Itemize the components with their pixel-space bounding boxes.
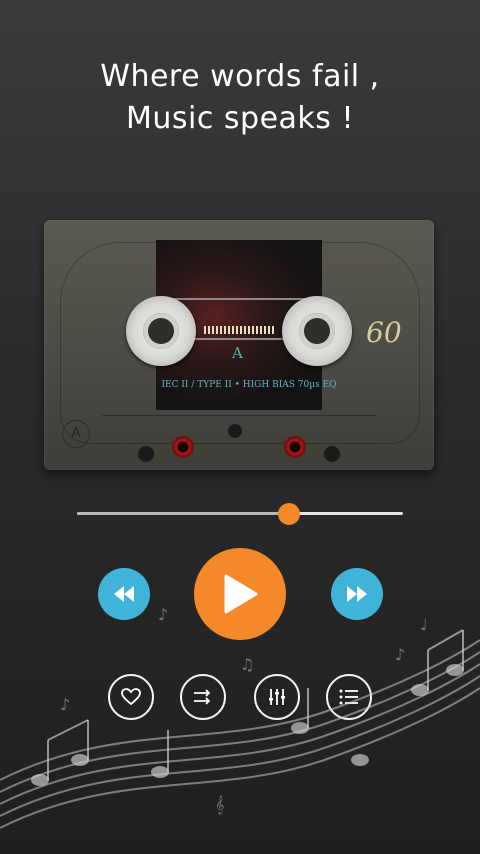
tape-length-label: 60 (366, 316, 402, 349)
tape-ruler (204, 326, 274, 334)
svg-text:𝄞: 𝄞 (215, 795, 224, 815)
cassette-bottom-plate (102, 415, 376, 471)
quote-title: Where words fail , Music speaks ! (0, 56, 480, 140)
svg-text:♫: ♫ (240, 655, 254, 674)
cassette-red-hole (172, 436, 194, 458)
svg-text:♪: ♪ (395, 645, 405, 664)
left-reel (126, 296, 196, 366)
quote-line-2: Music speaks ! (126, 101, 354, 136)
svg-text:♩: ♩ (420, 615, 428, 634)
cassette-hole (228, 424, 242, 438)
svg-text:♪: ♪ (158, 605, 168, 624)
cassette-hole (324, 446, 340, 462)
side-letter: A (232, 344, 243, 362)
progress-knob[interactable] (277, 503, 300, 525)
progress-slider[interactable] (77, 503, 403, 525)
spec-text: IEC II / TYPE II • HIGH BIAS 70µs EQ (161, 380, 337, 390)
side-badge: A (62, 420, 90, 448)
cassette-hole (138, 446, 154, 462)
right-reel (282, 296, 352, 366)
cassette-stripe-top (156, 298, 322, 300)
cassette-red-hole (284, 436, 306, 458)
cassette-artwork: A IEC II / TYPE II • HIGH BIAS 70µs EQ 6… (44, 220, 434, 470)
progress-fill (77, 512, 289, 515)
quote-line-1: Where words fail , (100, 59, 380, 94)
svg-text:♪: ♪ (60, 695, 70, 714)
music-notes-decoration: ♪ ♫ ♪ ♩ ♪ 𝄞 (0, 605, 480, 829)
